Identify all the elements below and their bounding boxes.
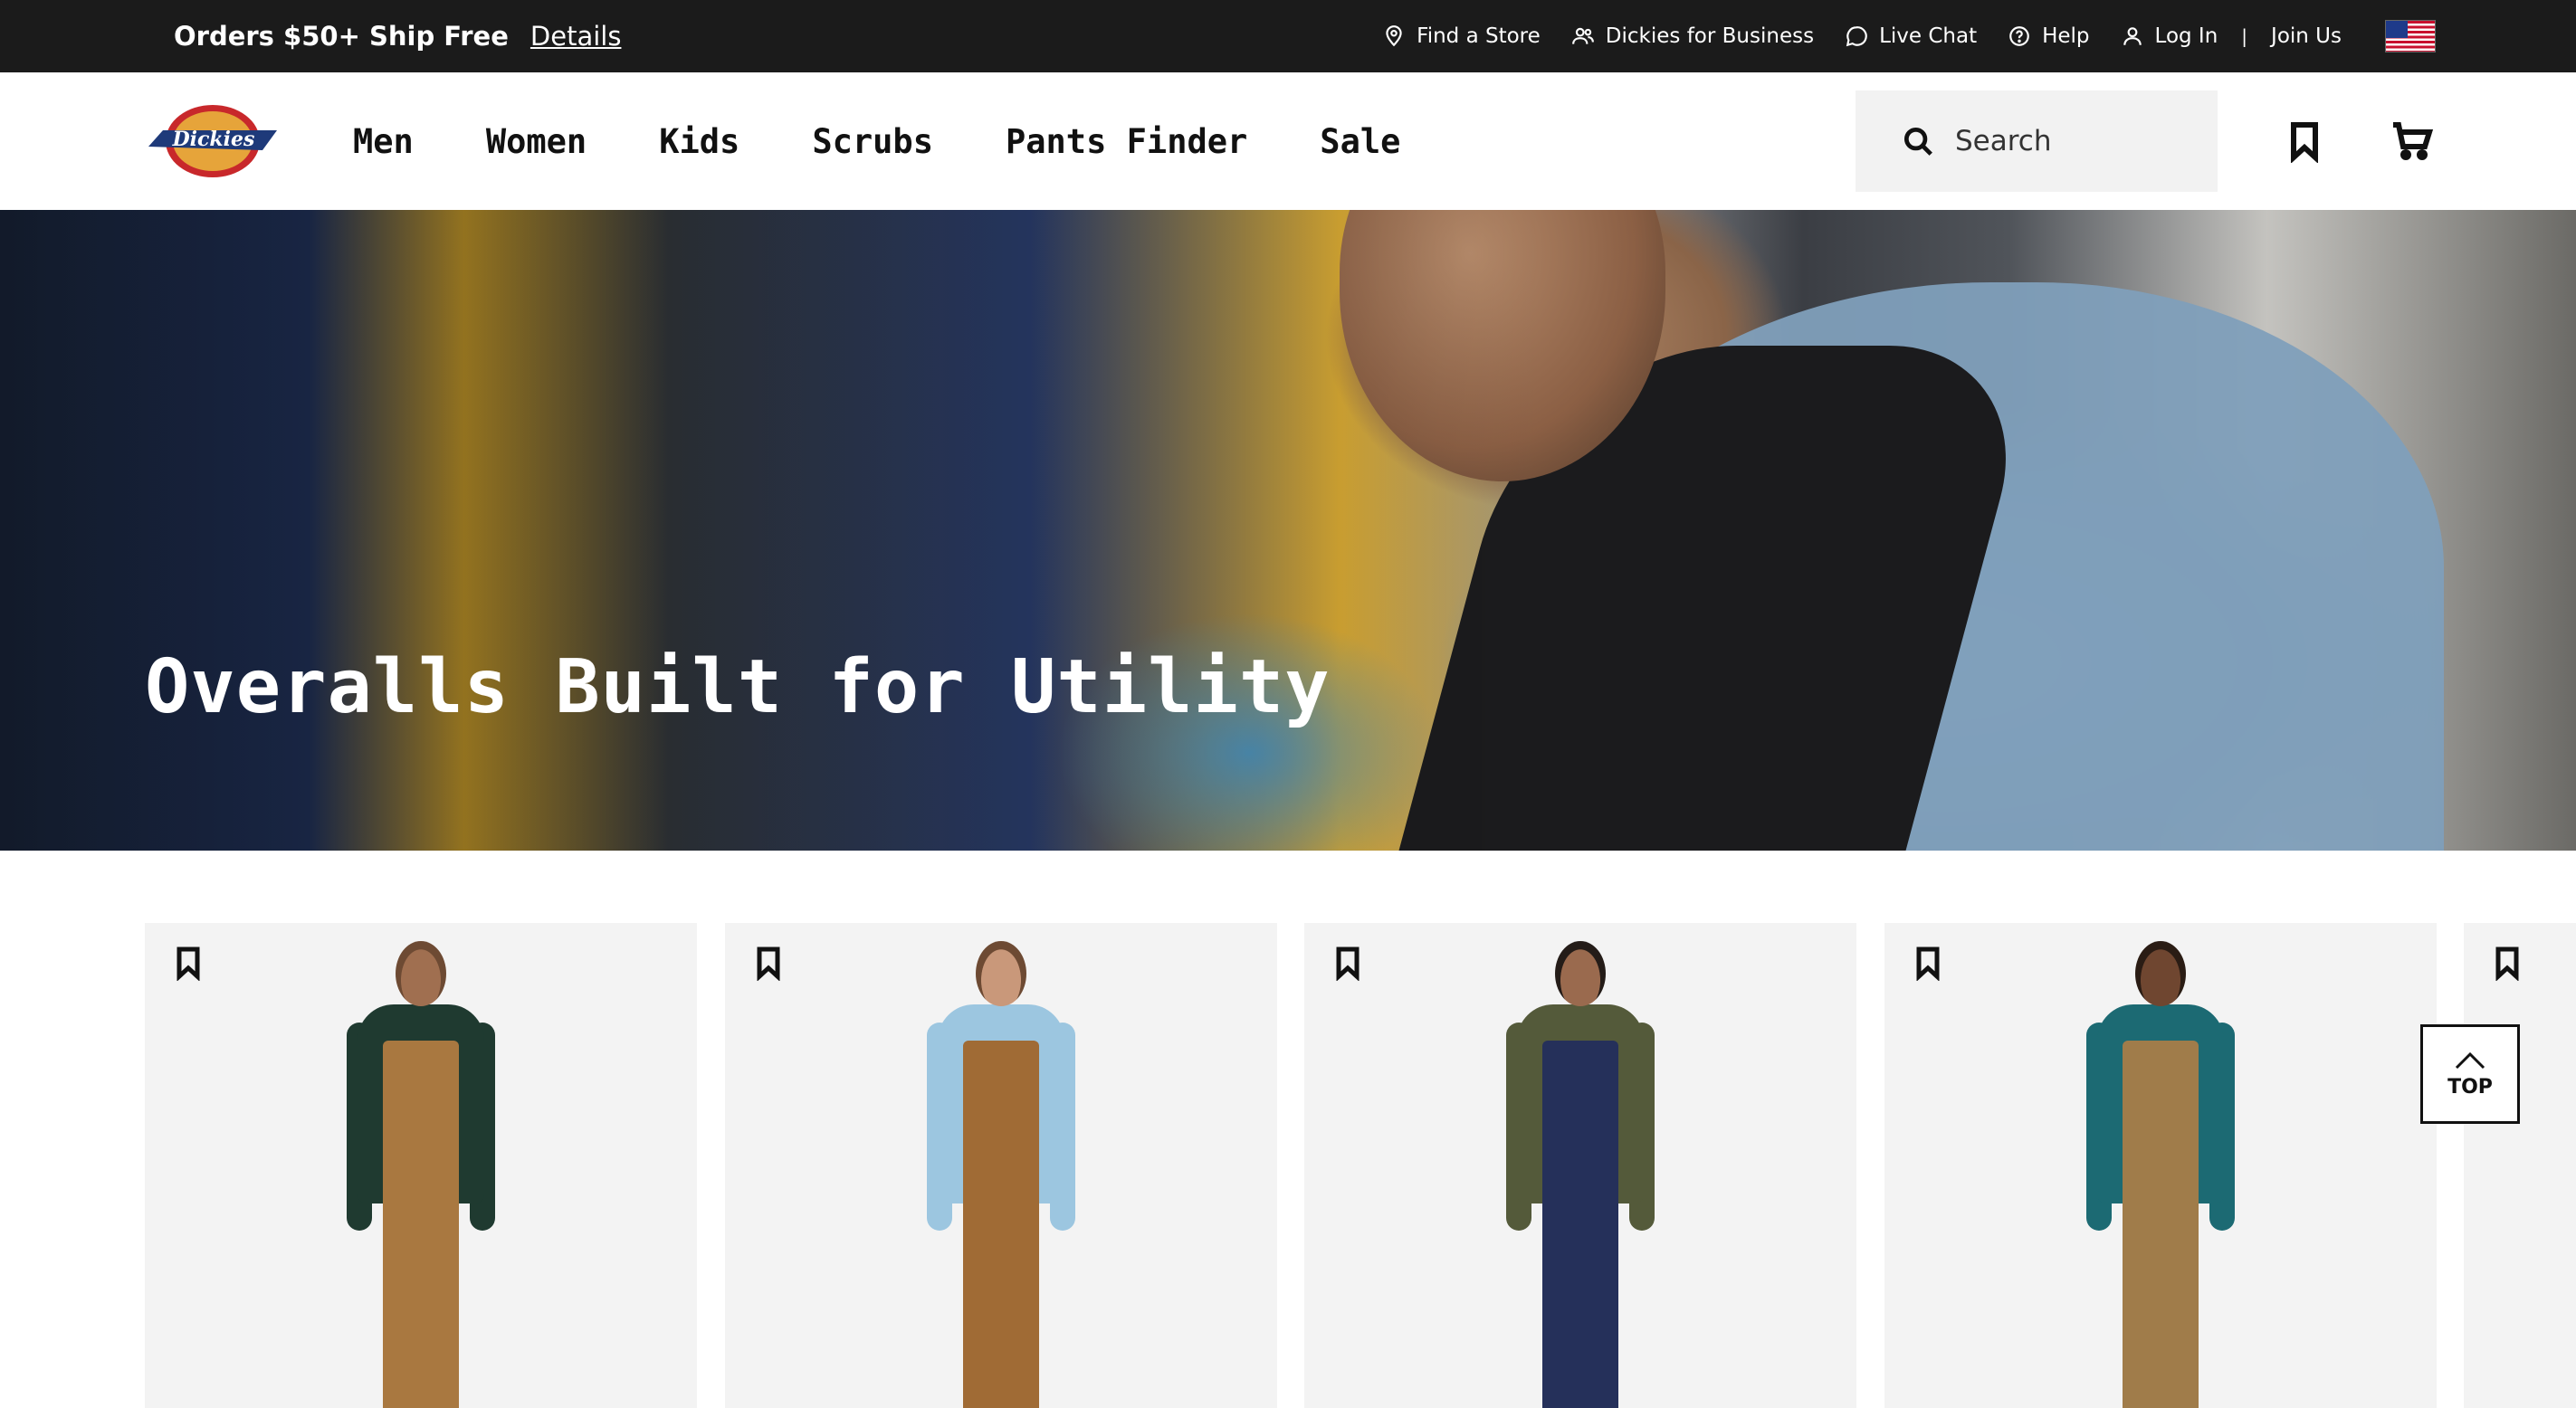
- search-input[interactable]: [1955, 125, 2190, 157]
- join-us-link[interactable]: Join Us: [2271, 24, 2342, 48]
- users-icon: [1571, 27, 1594, 44]
- utility-links: Find a Store Dickies for Business Live C…: [1351, 0, 2436, 72]
- chat-bubble-icon: [1846, 26, 1867, 47]
- nav-sale[interactable]: Sale: [1320, 122, 1400, 161]
- user-icon: [2123, 27, 2142, 45]
- find-store-label: Find a Store: [1417, 24, 1541, 48]
- bookmark-icon: [1916, 947, 1940, 982]
- bookmark-icon: [757, 947, 780, 982]
- nav-women[interactable]: Women: [486, 122, 587, 161]
- cart-icon: [2393, 122, 2434, 160]
- business-link[interactable]: Dickies for Business: [1571, 24, 1814, 48]
- help-link[interactable]: Help: [2008, 24, 2090, 48]
- promo-banner: Orders $50+ Ship Free Details: [174, 0, 621, 72]
- nav-scrubs[interactable]: Scrubs: [812, 122, 933, 161]
- product-card[interactable]: [1304, 923, 1856, 1408]
- dickies-logo[interactable]: Dickies: [145, 103, 281, 179]
- nav-kids[interactable]: Kids: [659, 122, 739, 161]
- bookmark-icon: [177, 947, 200, 982]
- utility-bar: Orders $50+ Ship Free Details Find a Sto…: [0, 0, 2576, 72]
- wishlist-button[interactable]: [2283, 119, 2326, 164]
- product-image: [330, 941, 511, 1408]
- location-pin-icon: [1386, 25, 1402, 47]
- nav-pants-finder[interactable]: Pants Finder: [1006, 122, 1247, 161]
- back-to-top-button[interactable]: TOP: [2420, 1024, 2520, 1124]
- help-circle-icon: [2009, 26, 2029, 46]
- business-label: Dickies for Business: [1605, 24, 1815, 48]
- find-store-link[interactable]: Find a Store: [1382, 24, 1541, 48]
- bookmark-icon: [2291, 122, 2318, 164]
- save-product-button[interactable]: [170, 945, 206, 982]
- chevron-up-icon: [2455, 1051, 2485, 1069]
- log-in-link[interactable]: Log In: [2155, 24, 2218, 48]
- save-product-button[interactable]: [1330, 945, 1366, 982]
- promo-details-link[interactable]: Details: [530, 21, 622, 52]
- promo-text: Orders $50+ Ship Free: [174, 21, 509, 52]
- back-to-top-label: TOP: [2447, 1075, 2493, 1099]
- product-card[interactable]: [145, 923, 697, 1408]
- product-carousel: [145, 923, 2576, 1408]
- bookmark-icon: [1336, 947, 1360, 982]
- hero-banner[interactable]: Overalls Built for Utility: [0, 210, 2576, 851]
- save-product-button[interactable]: [750, 945, 787, 982]
- live-chat-link[interactable]: Live Chat: [1845, 24, 1977, 48]
- live-chat-label: Live Chat: [1879, 24, 1978, 48]
- us-flag-icon[interactable]: [2385, 20, 2436, 52]
- logo-text: Dickies: [172, 128, 255, 151]
- product-card[interactable]: [1884, 923, 2437, 1408]
- nav-men[interactable]: Men: [353, 122, 414, 161]
- cart-button[interactable]: [2391, 119, 2435, 163]
- product-card[interactable]: [2464, 923, 2576, 1408]
- product-card[interactable]: [725, 923, 1277, 1408]
- account-links: Log In | Join Us: [2121, 24, 2342, 48]
- save-product-button[interactable]: [1910, 945, 1946, 982]
- category-links: Men Women Kids Scrubs Pants Finder Sale: [353, 72, 1400, 210]
- main-navigation: Dickies Men Women Kids Scrubs Pants Find…: [0, 72, 2576, 210]
- search-bar[interactable]: [1856, 90, 2218, 192]
- product-image: [1490, 941, 1671, 1408]
- product-image: [2070, 941, 2251, 1408]
- bookmark-icon: [2495, 947, 2519, 982]
- product-image: [911, 941, 1092, 1408]
- account-separator: |: [2241, 25, 2248, 47]
- search-icon: [1903, 127, 1932, 156]
- help-label: Help: [2042, 24, 2090, 48]
- save-product-button[interactable]: [2489, 945, 2525, 982]
- hero-title: Overalls Built for Utility: [145, 644, 1331, 730]
